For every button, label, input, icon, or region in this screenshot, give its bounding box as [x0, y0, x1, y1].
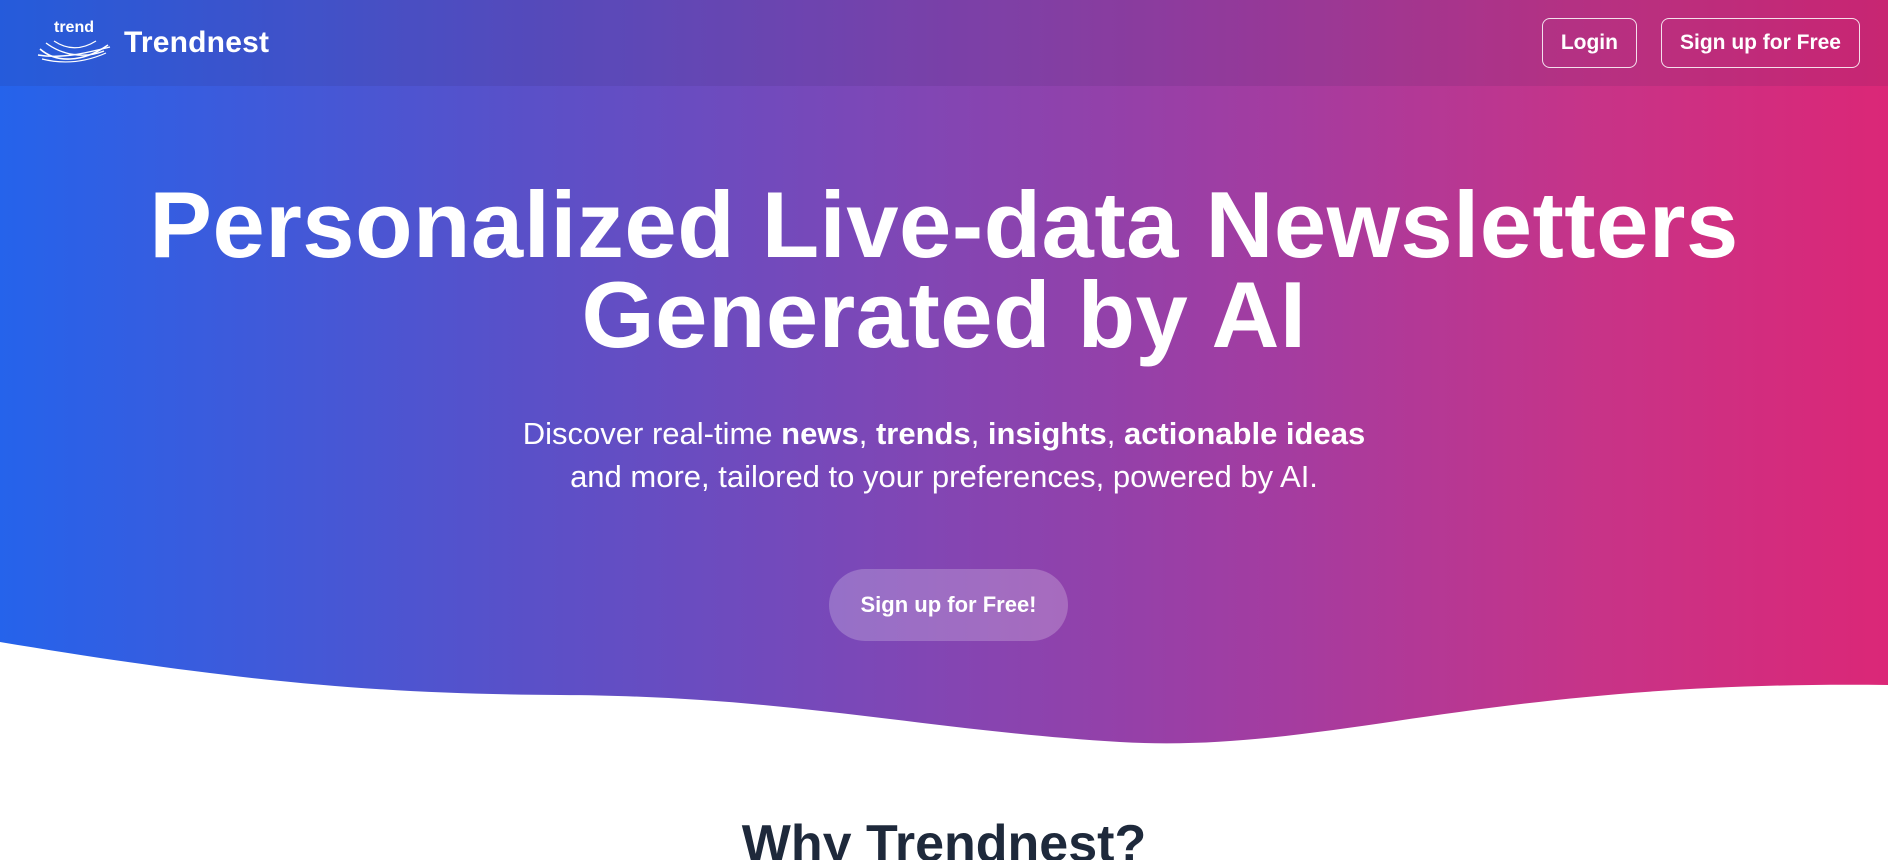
login-button[interactable]: Login [1541, 18, 1637, 68]
sub-separator: , [970, 416, 988, 451]
hero-subheadline: Discover real-time news, trends, insight… [0, 412, 1888, 498]
hero-section [0, 0, 1888, 760]
logo-wordmark: trend [54, 19, 94, 36]
nest-logo-icon: trend [36, 19, 112, 67]
sub-prefix: Discover real-time [522, 416, 782, 451]
sub-keyword-actionable-ideas: actionable ideas [1124, 416, 1366, 451]
sub-separator: , [1106, 416, 1124, 451]
sub-separator: , [858, 416, 876, 451]
brand-name: Trendnest [124, 26, 270, 59]
brand-logo[interactable]: trend Trendnest [36, 19, 269, 67]
top-navbar: trend Trendnest Login Sign up for Free [0, 0, 1888, 86]
signup-nav-button[interactable]: Sign up for Free [1660, 18, 1860, 68]
sub-keyword-news: news [781, 416, 859, 451]
signup-cta-button[interactable]: Sign up for Free! [829, 569, 1068, 641]
why-trendnest-heading: Why Trendnest? [741, 815, 1147, 860]
hero-headline: Personalized Live-data Newsletters Gener… [0, 178, 1888, 362]
headline-line-2: Generated by AI [581, 262, 1307, 367]
hero-wave-divider [0, 642, 1888, 760]
sub-keyword-insights: insights [987, 416, 1107, 451]
nav-actions: Login Sign up for Free [1541, 18, 1860, 68]
sub-keyword-trends: trends [875, 416, 971, 451]
sub-line-2: and more, tailored to your preferences, … [570, 459, 1318, 494]
